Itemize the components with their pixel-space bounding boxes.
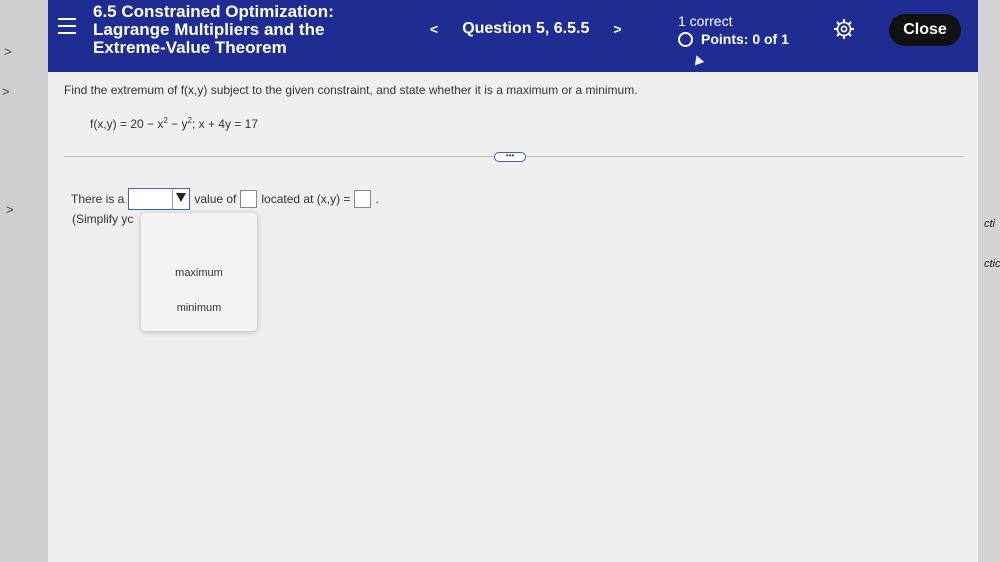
question-navigator: < Question 5, 6.5.5 > [420, 20, 632, 38]
function-formula: f(x,y) = 20 − x2 − y2; x + 4y = 17 [90, 116, 258, 131]
simplify-note: (Simplify yc [72, 212, 134, 226]
gear-icon[interactable] [834, 19, 854, 39]
answer-row: There is a value of located at (x,y) = . [71, 188, 379, 210]
right-fragment-1: cti [984, 218, 995, 230]
expand-button[interactable]: ••• [494, 152, 526, 162]
points-status: Points: 0 of 1 [678, 31, 789, 47]
question-label[interactable]: Question 5, 6.5.5 [448, 20, 603, 38]
formula-constraint: ; x + 4y = 17 [191, 117, 258, 131]
extremum-dropdown-menu: maximum minimum [141, 213, 257, 331]
question-panel: Find the extremum of f(x,y) subject to t… [48, 72, 978, 562]
previous-question-icon[interactable]: < [420, 21, 448, 37]
menu-icon[interactable] [58, 18, 76, 34]
score-panel: 1 correct Points: 0 of 1 [678, 13, 789, 47]
assignment-title: 6.5 Constrained Optimization: Lagrange M… [93, 3, 393, 57]
point-input[interactable] [354, 190, 372, 208]
question-prompt: Find the extremum of f(x,y) subject to t… [64, 83, 638, 97]
dropdown-option-minimum[interactable]: minimum [141, 302, 257, 314]
title-line-2: Lagrange Multipliers and the [93, 20, 325, 39]
mouse-cursor-icon [691, 53, 705, 66]
right-background [978, 0, 1000, 562]
answer-suffix: located at (x,y) = [261, 192, 351, 206]
status-circle-icon [678, 31, 693, 47]
formula-mid: − y [167, 117, 188, 131]
app-header: 6.5 Constrained Optimization: Lagrange M… [48, 0, 978, 72]
answer-end: . [375, 192, 379, 206]
title-line-1: 6.5 Constrained Optimization: [93, 2, 334, 21]
gutter-arrow-1: > [4, 44, 12, 59]
extremum-type-select[interactable] [128, 188, 191, 210]
value-input[interactable] [240, 190, 258, 208]
title-line-3: Extreme-Value Theorem [93, 38, 287, 57]
correct-count: 1 correct [678, 13, 733, 29]
close-button[interactable]: Close [889, 14, 961, 46]
next-question-icon[interactable]: > [603, 21, 631, 37]
gutter-arrow-2: > [2, 84, 10, 99]
points-text: Points: 0 of 1 [701, 31, 789, 47]
answer-middle: value of [194, 192, 237, 206]
gutter-arrow-3: > [6, 202, 14, 217]
answer-prefix: There is a [71, 192, 125, 206]
dropdown-option-maximum[interactable]: maximum [141, 267, 257, 279]
left-background: > > > [0, 0, 48, 562]
formula-lhs: f(x,y) = 20 − x [90, 117, 164, 131]
right-fragment-2: ctic [984, 258, 1000, 270]
dropdown-arrow-icon[interactable] [176, 193, 187, 202]
